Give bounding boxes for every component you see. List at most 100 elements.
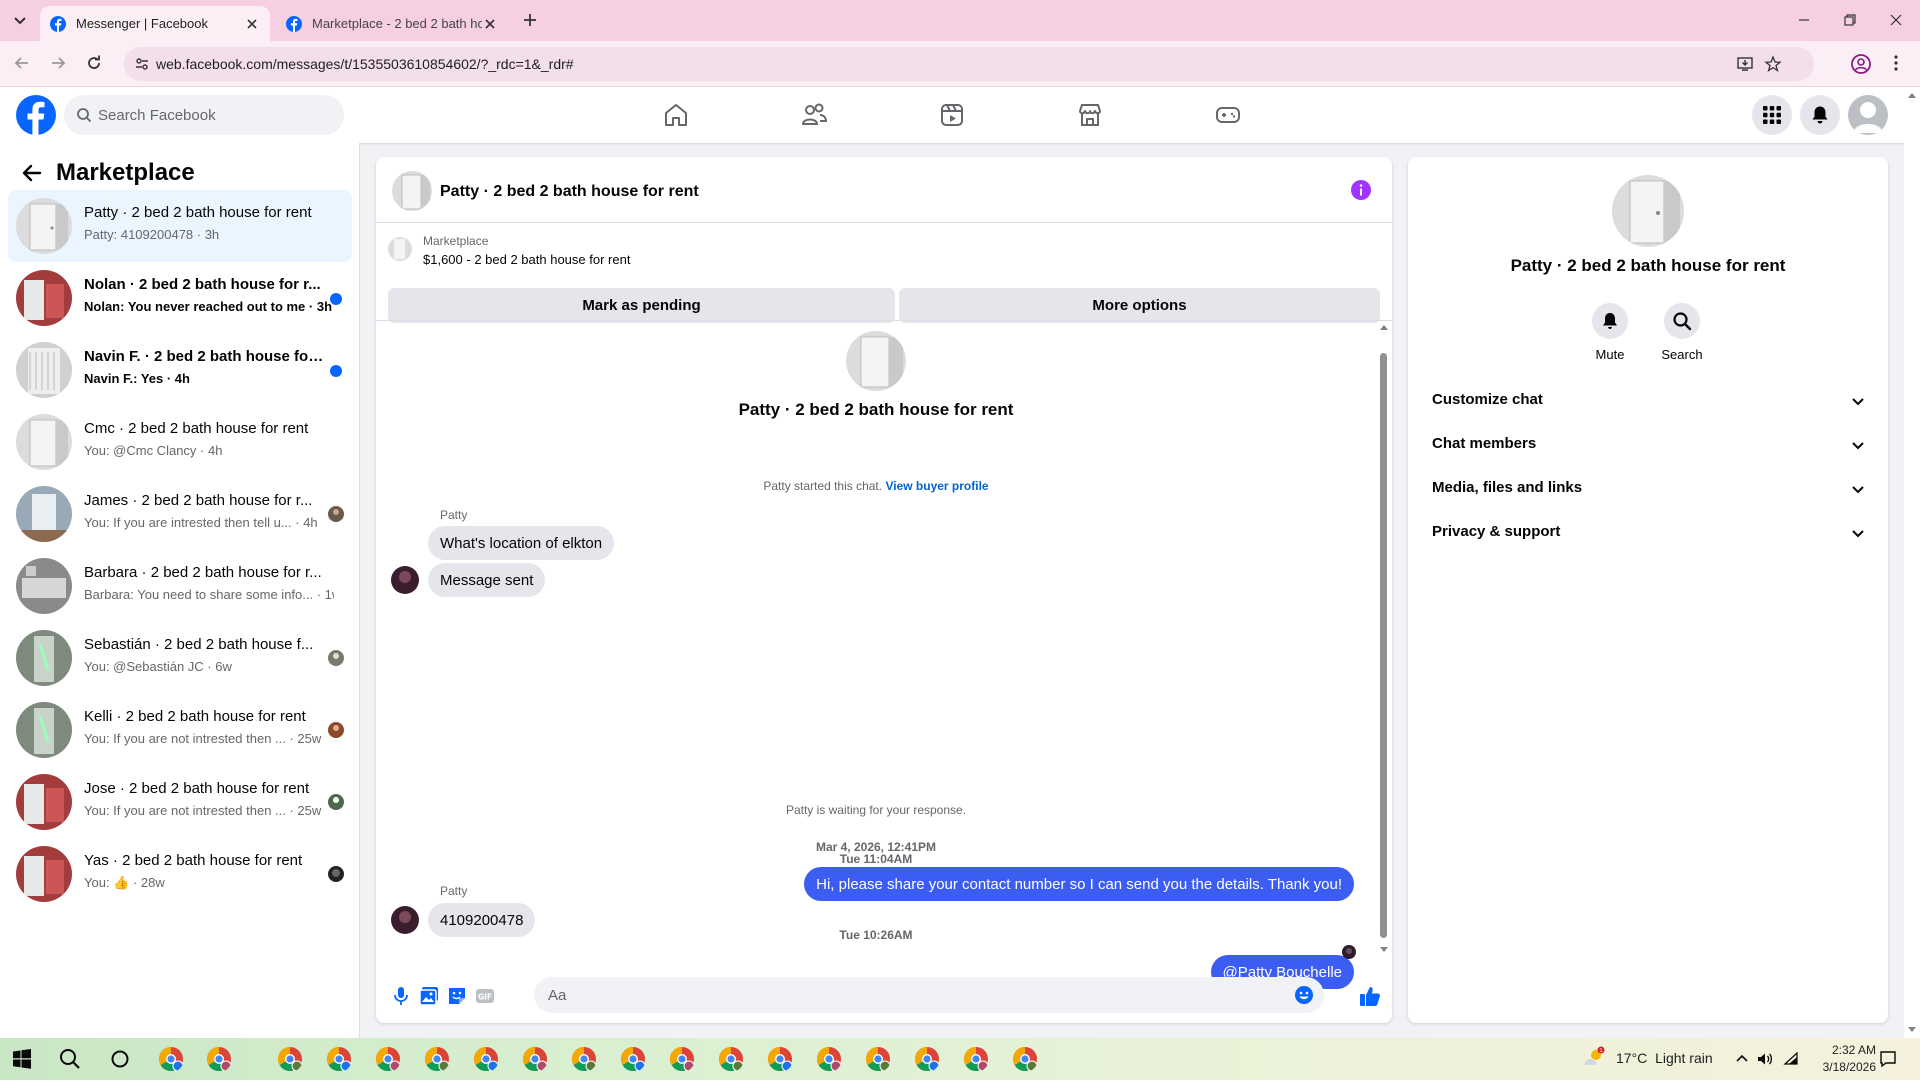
volume-icon[interactable]	[1756, 1050, 1774, 1068]
menu-grid-button[interactable]	[1752, 95, 1792, 135]
chrome-app-icon[interactable]	[277, 1046, 303, 1072]
conversation-item[interactable]: Patty · 2 bed 2 bath house for rent Patt…	[8, 190, 352, 262]
conversation-snippet: You: 👍 · 28w	[84, 875, 165, 890]
chrome-app-icon[interactable]	[206, 1046, 232, 1072]
reload-icon[interactable]	[84, 53, 104, 73]
close-tab-icon[interactable]	[482, 16, 498, 32]
browser-menu-icon[interactable]	[1886, 53, 1906, 73]
microphone-icon[interactable]	[390, 985, 412, 1007]
page-scrollbar[interactable]	[1904, 87, 1920, 1038]
search-input[interactable]	[98, 95, 328, 135]
back-icon[interactable]	[12, 53, 32, 73]
facebook-logo-icon[interactable]	[16, 95, 56, 135]
back-arrow-icon[interactable]	[20, 161, 44, 185]
windows-start-icon[interactable]	[10, 1047, 34, 1071]
outgoing-message[interactable]: Hi, please share your contact number so …	[804, 867, 1354, 901]
emoji-icon[interactable]	[1294, 985, 1314, 1005]
chrome-app-icon[interactable]	[1012, 1046, 1038, 1072]
marketplace-icon[interactable]	[1076, 101, 1104, 129]
gaming-icon[interactable]	[1214, 101, 1242, 129]
tab-marketplace[interactable]: Marketplace - 2 bed 2 bath house for ren…	[276, 6, 508, 41]
incoming-message[interactable]: What's location of elkton	[428, 526, 615, 560]
minimize-icon[interactable]	[1794, 10, 1814, 30]
chat-title[interactable]: Patty · 2 bed 2 bath house for rent	[440, 183, 699, 201]
chrome-app-icon[interactable]	[571, 1046, 597, 1072]
tab-messenger[interactable]: Messenger | Facebook	[40, 6, 270, 41]
account-avatar[interactable]	[1848, 95, 1888, 135]
browser-profile-icon[interactable]	[1850, 53, 1872, 75]
thumbs-up-icon[interactable]	[1358, 984, 1382, 1008]
chrome-app-icon[interactable]	[424, 1046, 450, 1072]
forward-icon[interactable]	[48, 53, 68, 73]
notifications-button[interactable]	[1800, 95, 1840, 135]
more-options-button[interactable]: More options	[899, 288, 1380, 323]
privacy-support-section[interactable]: Privacy & support	[1416, 511, 1880, 555]
site-info-icon[interactable]	[134, 56, 150, 72]
restore-icon[interactable]	[1840, 10, 1860, 30]
close-tab-icon[interactable]	[244, 16, 260, 32]
search-icon	[1673, 312, 1692, 331]
media-files-links-section[interactable]: Media, files and links	[1416, 467, 1880, 511]
system-clock[interactable]: 2:32 AM 3/18/2026	[1820, 1042, 1876, 1076]
bookmark-star-icon[interactable]	[1764, 55, 1782, 73]
conversation-item[interactable]: Kelli · 2 bed 2 bath house for rent You:…	[8, 694, 352, 766]
chrome-app-icon[interactable]	[669, 1046, 695, 1072]
mute-button[interactable]: Mute	[1580, 303, 1640, 362]
chrome-app-icon[interactable]	[718, 1046, 744, 1072]
incoming-message[interactable]: Message sent	[428, 563, 546, 597]
conversation-item[interactable]: Barbara · 2 bed 2 bath house for r... Ba…	[8, 550, 352, 622]
chat-members-section[interactable]: Chat members	[1416, 423, 1880, 467]
conversation-item[interactable]: Cmc · 2 bed 2 bath house for rent You: @…	[8, 406, 352, 478]
install-app-icon[interactable]	[1736, 55, 1754, 73]
info-icon[interactable]	[1350, 179, 1372, 201]
chrome-app-icon[interactable]	[620, 1046, 646, 1072]
search-icon[interactable]	[58, 1047, 82, 1071]
mark-as-pending-button[interactable]: Mark as pending	[388, 288, 895, 323]
customize-chat-section[interactable]: Customize chat	[1416, 379, 1880, 423]
chrome-app-icon[interactable]	[522, 1046, 548, 1072]
chrome-app-icon[interactable]	[865, 1046, 891, 1072]
home-icon[interactable]	[662, 101, 690, 129]
conversation-item[interactable]: Navin F. · 2 bed 2 bath house for... Nav…	[8, 334, 352, 406]
weather-icon[interactable]: 1	[1582, 1046, 1606, 1070]
gif-icon[interactable]: GIF	[474, 985, 496, 1007]
search-in-chat-button[interactable]: Search	[1652, 303, 1712, 362]
conversation-name: Jose · 2 bed 2 bath house for rent	[84, 780, 310, 797]
close-window-icon[interactable]	[1886, 10, 1906, 30]
chrome-app-icon[interactable]	[158, 1046, 184, 1072]
new-tab-icon[interactable]	[520, 10, 540, 30]
view-buyer-profile-link[interactable]: View buyer profile	[885, 479, 988, 493]
conversation-item[interactable]: Nolan · 2 bed 2 bath house for r... Nola…	[8, 262, 352, 334]
facebook-search-box[interactable]	[64, 95, 344, 135]
conversation-item[interactable]: James · 2 bed 2 bath house for r... You:…	[8, 478, 352, 550]
chrome-app-icon[interactable]	[473, 1046, 499, 1072]
message-input[interactable]	[548, 977, 1248, 1013]
conversation-item[interactable]: Sebastián · 2 bed 2 bath house f... You:…	[8, 622, 352, 694]
video-icon[interactable]	[938, 101, 966, 129]
chat-started-notice: Patty started this chat. View buyer prof…	[376, 479, 1376, 493]
conversation-item[interactable]: Jose · 2 bed 2 bath house for rent You: …	[8, 766, 352, 838]
friends-icon[interactable]	[800, 101, 828, 129]
chrome-app-icon[interactable]	[816, 1046, 842, 1072]
chrome-app-icon[interactable]	[767, 1046, 793, 1072]
chat-avatar[interactable]	[392, 171, 432, 211]
chrome-app-icon[interactable]	[914, 1046, 940, 1072]
chevron-up-icon[interactable]	[1734, 1051, 1750, 1067]
weather-widget[interactable]: 17°C Light rain	[1616, 1050, 1713, 1066]
message-input-box[interactable]	[534, 977, 1324, 1013]
chrome-app-icon[interactable]	[375, 1046, 401, 1072]
chrome-app-icon[interactable]	[326, 1046, 352, 1072]
tab-search-icon[interactable]	[10, 10, 30, 30]
omnibox[interactable]: web.facebook.com/messages/t/153550361085…	[124, 47, 1814, 81]
message-scrollbar[interactable]	[1376, 321, 1392, 961]
wifi-icon[interactable]	[1782, 1050, 1800, 1068]
sticker-icon[interactable]	[446, 985, 468, 1007]
conversation-item[interactable]: Yas · 2 bed 2 bath house for rent You: 👍…	[8, 838, 352, 910]
photo-icon[interactable]	[418, 985, 440, 1007]
listing-title[interactable]: $1,600 - 2 bed 2 bath house for rent	[423, 252, 630, 267]
details-avatar[interactable]	[1612, 175, 1684, 247]
task-view-icon[interactable]	[108, 1047, 132, 1071]
incoming-message[interactable]: 4109200478	[428, 903, 536, 937]
chrome-app-icon[interactable]	[963, 1046, 989, 1072]
notification-center-icon[interactable]	[1878, 1049, 1898, 1069]
